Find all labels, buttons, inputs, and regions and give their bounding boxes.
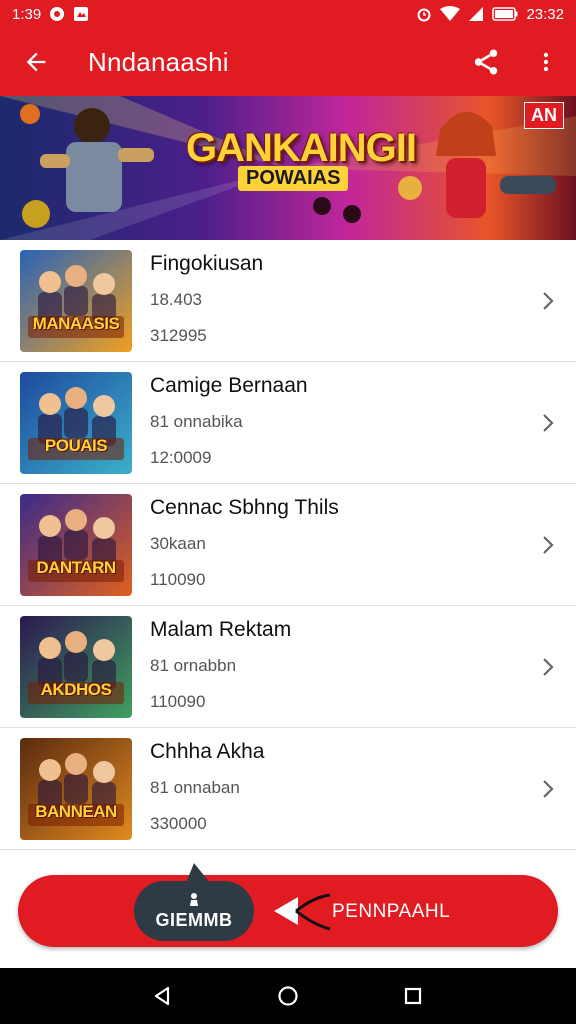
game-meta: 110090 [150, 569, 206, 589]
game-subtitle: 81 onnaban [150, 777, 240, 797]
notification-icon [49, 6, 65, 22]
more-options-button[interactable] [516, 28, 576, 96]
list-item[interactable]: BANNEAN Chhha Akha 81 onnaban 330000 [0, 728, 576, 850]
game-subtitle: 18.403 [150, 289, 202, 309]
list-item[interactable]: POUAIS Camige Bernaan 81 onnabika 12:000… [0, 362, 576, 484]
chevron-right-icon [526, 240, 570, 361]
cta-label: PENNPAAHL [332, 901, 451, 922]
alarm-icon [416, 6, 432, 22]
share-icon [474, 49, 498, 75]
game-thumbnail: DANTARN [20, 493, 132, 596]
cta-chip-label: GIEMMB [155, 909, 233, 930]
arrow-left-icon [274, 893, 331, 931]
list-item[interactable]: MANAASIS Fingokiusan 18.403 312995 [0, 240, 576, 362]
home-circle-icon [278, 986, 298, 1006]
banner-subtitle: POWAIAS [238, 166, 349, 191]
banner-badge: AN [524, 102, 564, 129]
cta-chip-button[interactable]: GIEMMB [134, 881, 254, 941]
game-thumbnail: POUAIS [20, 371, 132, 474]
back-arrow-icon [26, 52, 46, 72]
game-meta: 312995 [150, 325, 207, 345]
battery-icon [492, 7, 518, 21]
recents-square-icon [405, 987, 422, 1005]
status-clock: 23:32 [526, 5, 564, 23]
game-title: Chhha Akha [150, 739, 265, 763]
game-subtitle: 81 onnabika [150, 411, 243, 431]
back-triangle-icon [154, 986, 169, 1006]
game-title: Camige Bernaan [150, 373, 308, 397]
game-subtitle: 30kaan [150, 533, 206, 553]
game-meta: 110090 [150, 691, 206, 711]
status-bar: 1:39 23:32 [0, 0, 576, 28]
tooltip-pointer [186, 863, 210, 883]
back-button[interactable] [0, 28, 72, 96]
signal-icon [468, 6, 484, 22]
nav-recents-button[interactable] [383, 968, 443, 1024]
game-title: Fingokiusan [150, 251, 264, 275]
chess-pawn-icon [190, 892, 198, 906]
list-item[interactable]: AKDHOS Malam Rektam 81 ornabbn 110090 [0, 606, 576, 728]
game-meta: 330000 [150, 813, 207, 833]
banner-title: GANKAINGII [186, 126, 417, 170]
nav-home-button[interactable] [258, 968, 318, 1024]
thumbnail-title: MANAASIS [32, 313, 120, 333]
status-time: 1:39 [12, 5, 42, 23]
thumbnail-title: BANNEAN [35, 801, 117, 821]
thumbnail-title: AKDHOS [40, 679, 112, 699]
game-title: Cennac Sbhng Thils [150, 495, 339, 519]
chevron-right-icon [526, 362, 570, 483]
share-button[interactable] [456, 28, 516, 96]
wifi-icon [440, 6, 461, 22]
chevron-right-icon [526, 606, 570, 727]
game-thumbnail: AKDHOS [20, 615, 132, 718]
game-title: Malam Rektam [150, 617, 292, 641]
cta-bar[interactable]: GIEMMB PENNPAAHL [18, 863, 558, 947]
chevron-right-icon [526, 728, 570, 849]
game-thumbnail: MANAASIS [20, 249, 132, 352]
game-subtitle: 81 ornabbn [150, 655, 237, 675]
system-nav-bar [0, 968, 576, 1024]
more-vert-icon [543, 52, 549, 72]
chevron-right-icon [526, 484, 570, 605]
app-bar: Nndanaashi [0, 28, 576, 96]
game-thumbnail: BANNEAN [20, 737, 132, 840]
thumbnail-title: POUAIS [44, 435, 108, 455]
thumbnail-title: DANTARN [36, 557, 116, 577]
game-list: MANAASIS Fingokiusan 18.403 312995 POUAI… [0, 240, 576, 850]
game-meta: 12:0009 [150, 447, 212, 467]
page-title: Nndanaashi [88, 46, 229, 77]
promo-banner[interactable]: GANKAINGII POWAIAS AN [0, 96, 576, 240]
nav-back-button[interactable] [133, 968, 193, 1024]
list-item[interactable]: DANTARN Cennac Sbhng Thils 30kaan 110090 [0, 484, 576, 606]
media-icon [73, 6, 89, 22]
